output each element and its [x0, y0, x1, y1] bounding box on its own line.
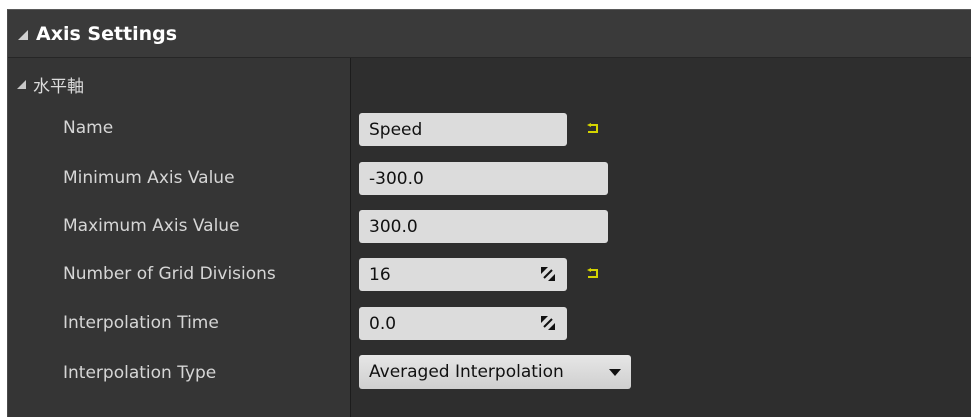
minimum-axis-value: -300.0: [369, 168, 424, 189]
maximum-axis-value-field[interactable]: 300.0: [359, 210, 608, 243]
section-header-axis-settings[interactable]: Axis Settings: [8, 10, 971, 58]
interpolation-time-value: 0.0: [369, 313, 397, 334]
section-title: Axis Settings: [36, 22, 178, 45]
reset-to-default-icon[interactable]: [586, 123, 600, 135]
grid-divisions-spinbox[interactable]: 16: [359, 258, 567, 291]
interpolation-type-value: Averaged Interpolation: [369, 362, 564, 382]
property-label-name: Name: [63, 118, 114, 138]
property-label-interpolation-time: Interpolation Time: [63, 313, 219, 333]
category-horizontal-axis[interactable]: 水平軸: [17, 72, 84, 97]
name-field[interactable]: Speed: [359, 113, 567, 146]
name-value: Speed: [369, 119, 423, 140]
property-label-maximum-axis-value: Maximum Axis Value: [63, 216, 240, 236]
spin-drag-icon[interactable]: [541, 316, 555, 330]
property-label-minimum-axis-value: Minimum Axis Value: [63, 168, 235, 188]
details-panel: Axis Settings 水平軸 Name Speed Minimum Axi…: [7, 9, 971, 417]
triangle-expanded-icon[interactable]: [18, 29, 28, 40]
triangle-expanded-icon[interactable]: [17, 80, 26, 89]
property-label-interpolation-type: Interpolation Type: [63, 363, 217, 383]
interpolation-time-spinbox[interactable]: 0.0: [359, 307, 567, 340]
property-label-number-of-grid-divisions: Number of Grid Divisions: [63, 264, 276, 284]
chevron-down-icon: [609, 368, 621, 376]
interpolation-type-dropdown[interactable]: Averaged Interpolation: [359, 355, 631, 389]
category-label: 水平軸: [33, 77, 84, 97]
reset-to-default-icon[interactable]: [586, 268, 600, 280]
spin-drag-icon[interactable]: [541, 267, 555, 281]
grid-divisions-value: 16: [369, 264, 391, 285]
minimum-axis-value-field[interactable]: -300.0: [359, 162, 608, 195]
maximum-axis-value: 300.0: [369, 216, 418, 237]
